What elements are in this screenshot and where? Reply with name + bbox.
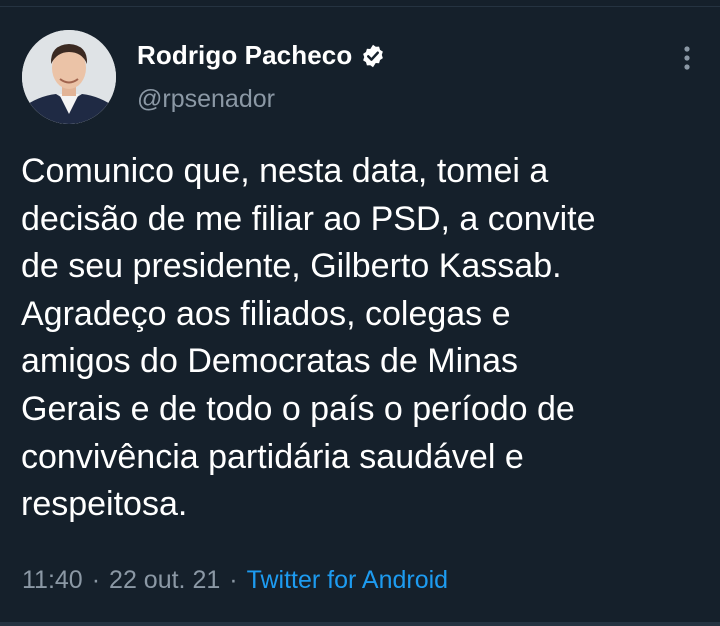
author-name-row: Rodrigo Pacheco — [137, 40, 386, 71]
tweet-source-link[interactable]: Twitter for Android — [247, 566, 448, 595]
profile-photo-icon — [22, 30, 116, 124]
author-handle[interactable]: @rpsenador — [137, 85, 275, 114]
verified-badge-icon — [360, 43, 386, 69]
tweet-date[interactable]: 22 out. 21 — [109, 566, 220, 595]
tweet-meta: 11:40 · 22 out. 21 · Twitter for Android — [22, 566, 448, 595]
bottom-divider — [0, 622, 720, 626]
tweet-time[interactable]: 11:40 — [22, 566, 83, 595]
tweet-card: Rodrigo Pacheco @rpsenador Comunico que,… — [0, 0, 720, 626]
more-vertical-icon[interactable] — [682, 44, 692, 72]
tweet-body: Comunico que, nesta data, tomei a decisã… — [21, 152, 596, 524]
author-display-name[interactable]: Rodrigo Pacheco — [137, 40, 352, 71]
avatar[interactable] — [22, 30, 116, 124]
top-divider — [0, 6, 720, 7]
meta-separator: · — [229, 566, 238, 594]
meta-separator: · — [91, 566, 101, 594]
